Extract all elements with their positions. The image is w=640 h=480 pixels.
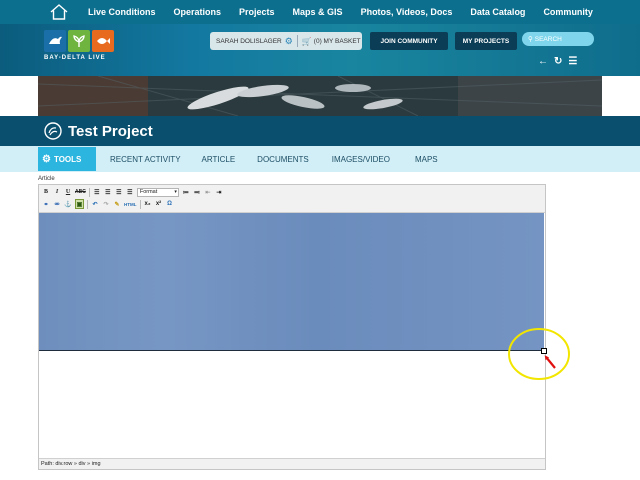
search-placeholder: SEARCH [534,35,562,43]
my-projects-button[interactable]: MY PROJECTS [455,32,517,50]
align-right-icon[interactable]: ☰ [115,187,123,197]
tab-maps[interactable]: MAPS [415,155,438,164]
logo-text: BAY-DELTA LIVE [44,55,106,61]
article-field-label: Article [38,176,55,182]
align-justify-icon[interactable]: ☰ [126,187,134,197]
refresh-icon[interactable]: ↻ [554,56,562,67]
toolbar-separator [88,187,90,197]
fish-icon [92,30,114,52]
basket-label[interactable]: (0) MY BASKET [314,38,361,45]
nav-projects[interactable]: Projects [239,7,275,17]
cleanup-icon[interactable]: ✎ [113,199,121,209]
unlink-icon[interactable]: ⚮ [53,199,61,209]
html-source-icon[interactable]: HTML [124,199,137,209]
outdent-icon[interactable]: ⇤ [204,187,212,197]
format-select[interactable]: Format ▾ [136,187,179,197]
undo-icon[interactable]: ↶ [91,199,99,209]
divider [296,35,298,47]
project-title-bar: Test Project [0,116,640,146]
fish-photo [38,76,602,116]
nav-maps-gis[interactable]: Maps & GIS [293,7,343,17]
search-icon: ⚲ [528,36,533,43]
site-header: BAY-DELTA LIVE SARAH DOLISLAGER ⚙ 🛒 (0) … [0,24,640,76]
highlight-circle [508,328,570,380]
format-select-value: Format [139,189,158,195]
list-menu-icon[interactable]: ☰ [568,56,577,67]
bullet-list-icon[interactable]: ≔ [182,187,190,197]
home-button[interactable] [40,0,78,24]
strikethrough-button[interactable]: ABC [75,187,86,197]
plant-icon [68,30,90,52]
nav-community[interactable]: Community [543,7,593,17]
page-title: Test Project [68,122,153,140]
user-name[interactable]: SARAH DOLISLAGER [216,38,282,45]
toolbar-separator [139,199,141,209]
selected-image[interactable] [39,213,544,351]
bay-delta-live-logo[interactable]: BAY-DELTA LIVE [44,30,152,66]
link-icon[interactable]: ⚭ [42,199,50,209]
project-banner-image [38,76,602,116]
home-icon [50,4,68,20]
gear-icon: ⚙ [42,153,51,165]
anchor-icon[interactable]: ⚓ [64,199,72,209]
join-community-button[interactable]: JOIN COMMUNITY [370,32,448,50]
tab-tools-label: TOOLS [53,154,82,164]
settings-gear-icon[interactable]: ⚙ [285,36,293,47]
water-bird-icon [44,30,66,52]
subscript-icon[interactable]: x₂ [144,199,152,209]
bold-button[interactable]: B [42,187,50,197]
highlight-annotation [508,328,570,380]
user-account-box: SARAH DOLISLAGER ⚙ 🛒 (0) MY BASKET [210,32,362,50]
top-navigation: Live Conditions Operations Projects Maps… [0,0,640,24]
editor-content-area[interactable] [39,213,547,460]
project-swirl-icon [44,122,62,140]
nav-photos-videos-docs[interactable]: Photos, Videos, Docs [361,7,453,17]
indent-icon[interactable]: ⇥ [215,187,223,197]
nav-operations[interactable]: Operations [174,7,222,17]
redo-icon[interactable]: ↷ [102,199,110,209]
editor-toolbar: B I U ABC ☰ ☰ ☰ ☰ Format ▾ ≔ ≕ ⇤ ⇥ ⚭ ⚮ ⚓… [39,185,545,213]
align-center-icon[interactable]: ☰ [104,187,112,197]
chevron-down-icon: ▾ [174,189,177,195]
search-input[interactable]: ⚲ SEARCH [522,32,594,46]
toolbar-separator [87,199,88,209]
basket-icon[interactable]: 🛒 [302,37,312,46]
rich-text-editor: B I U ABC ☰ ☰ ☰ ☰ Format ▾ ≔ ≕ ⇤ ⇥ ⚭ ⚮ ⚓… [38,184,547,470]
header-tools: ← ↻ ☰ [538,56,577,67]
back-arrow-icon[interactable]: ← [538,56,548,67]
nav-live-conditions[interactable]: Live Conditions [88,7,156,17]
editor-path-bar: Path: div.row » div » img [39,458,545,469]
special-character-icon[interactable]: Ω [166,199,174,209]
tab-images-video[interactable]: IMAGES/VIDEO [332,155,390,164]
tab-article[interactable]: ARTICLE [202,155,236,164]
nav-data-catalog[interactable]: Data Catalog [470,7,525,17]
element-path: Path: div.row » div » img [41,461,101,467]
project-tabs: ⚙ TOOLS RECENT ACTIVITY ARTICLE DOCUMENT… [0,146,640,172]
toolbar-row-1: B I U ABC ☰ ☰ ☰ ☰ Format ▾ ≔ ≕ ⇤ ⇥ [42,187,223,197]
italic-button[interactable]: I [53,187,61,197]
insert-image-icon[interactable]: ▣ [75,199,84,209]
toolbar-row-2: ⚭ ⚮ ⚓ ▣ ↶ ↷ ✎ HTML x₂ x² Ω [42,199,174,209]
align-left-icon[interactable]: ☰ [93,187,101,197]
tab-recent-activity[interactable]: RECENT ACTIVITY [110,155,181,164]
tab-documents[interactable]: DOCUMENTS [257,155,309,164]
numbered-list-icon[interactable]: ≕ [193,187,201,197]
underline-button[interactable]: U [64,187,72,197]
tab-tools[interactable]: ⚙ TOOLS [38,147,96,171]
superscript-icon[interactable]: x² [155,199,163,209]
